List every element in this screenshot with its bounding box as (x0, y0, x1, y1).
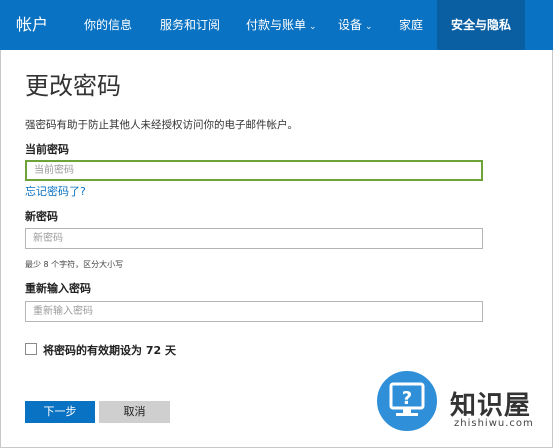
confirm-password-input[interactable] (25, 301, 483, 322)
computer-question-icon: ? (374, 368, 440, 434)
forgot-password-link[interactable]: 忘记密码了? (25, 183, 86, 199)
nav-item-security-privacy[interactable]: 安全与隐私 (437, 0, 526, 50)
nav-item-your-info[interactable]: 你的信息 (84, 0, 132, 50)
nav-item-label: 安全与隐私 (451, 18, 512, 32)
brand-account[interactable]: 帐户 (16, 0, 48, 50)
watermark: ? 知识屋 zhishiwu.com (362, 358, 553, 448)
nav-item-label: 服务和订阅 (160, 18, 221, 32)
password-hint: 最少 8 个字符，区分大小写 (25, 260, 124, 269)
nav-item-family[interactable]: 家庭 (399, 0, 423, 50)
nav-item-devices[interactable]: 设备 ⌄ (338, 0, 373, 50)
chevron-down-icon: ⌄ (365, 22, 373, 32)
nav-item-label: 家庭 (399, 18, 424, 32)
nav-item-services[interactable]: 服务和订阅 (160, 0, 220, 50)
nav-item-label: 你的信息 (84, 18, 133, 32)
nav-item-payment[interactable]: 付款与账单 ⌄ (246, 0, 317, 50)
new-password-label: 新密码 (25, 210, 58, 223)
expiry-checkbox[interactable] (25, 343, 37, 355)
computer-question-glyph: ? (389, 382, 425, 416)
page-title: 更改密码 (25, 72, 121, 100)
current-password-label: 当前密码 (25, 143, 69, 156)
next-button[interactable]: 下一步 (25, 401, 95, 423)
nav-item-label: 付款与账单 (246, 18, 307, 32)
watermark-subtext: zhishiwu.com (454, 418, 534, 429)
expiry-checkbox-label[interactable]: 将密码的有效期设为 72 天 (43, 342, 176, 358)
confirm-password-label: 重新输入密码 (25, 282, 91, 295)
svg-text:?: ? (402, 388, 412, 409)
current-password-input[interactable] (25, 160, 483, 181)
page-description: 强密码有助于防止其他人未经授权访问你的电子邮件帐户。 (25, 119, 298, 131)
top-nav: 帐户 你的信息 服务和订阅 付款与账单 ⌄ 设备 ⌄ 家庭 安全与隐私 (0, 0, 553, 50)
cancel-button[interactable]: 取消 (99, 401, 170, 423)
nav-item-label: 设备 (338, 18, 363, 32)
watermark-text: 知识屋 (450, 391, 532, 421)
new-password-input[interactable] (25, 228, 483, 249)
chevron-down-icon: ⌄ (309, 22, 317, 32)
